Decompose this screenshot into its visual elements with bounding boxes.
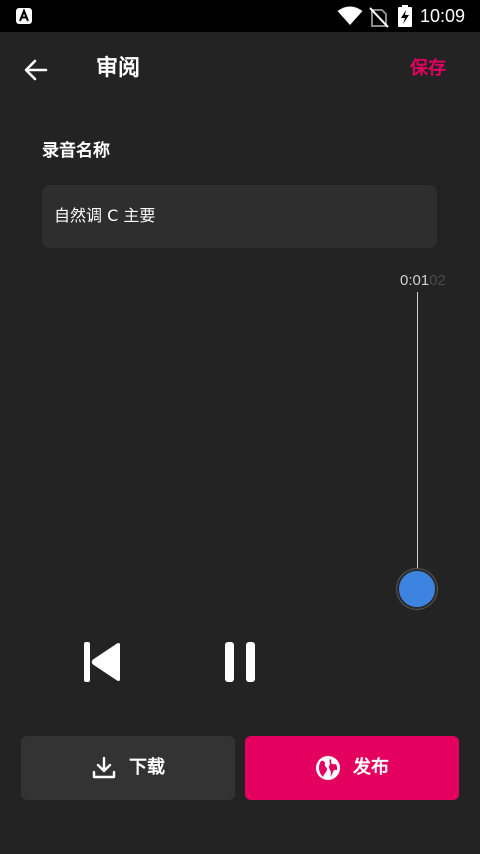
publish-button[interactable]: 发布 bbox=[245, 736, 459, 800]
recording-name-field[interactable]: 自然调 C 主要 bbox=[42, 185, 437, 248]
app-notification-icon bbox=[16, 8, 32, 24]
current-time: 0:01 bbox=[400, 272, 430, 289]
skip-to-start-icon[interactable] bbox=[82, 640, 122, 684]
recording-name-label: 录音名称 bbox=[42, 141, 110, 161]
page-title: 审阅 bbox=[96, 56, 141, 81]
status-time: 10:09 bbox=[420, 6, 466, 26]
time-faded-digits: 02 bbox=[429, 272, 446, 289]
download-icon bbox=[92, 756, 116, 779]
review-screen: 10:09 审阅 保存 录音名称 自然调 C 主要 0:0102 下载 发布 bbox=[0, 0, 480, 854]
download-button[interactable]: 下载 bbox=[21, 736, 235, 800]
time-readout: 0:0102 bbox=[400, 271, 446, 291]
save-button[interactable]: 保存 bbox=[400, 54, 456, 84]
no-sim-icon bbox=[369, 7, 389, 28]
wifi-icon bbox=[337, 6, 363, 25]
publish-label: 发布 bbox=[353, 757, 389, 778]
timeline-track[interactable] bbox=[417, 292, 418, 572]
status-bar: 10:09 bbox=[0, 0, 480, 32]
download-label: 下载 bbox=[129, 757, 165, 778]
recording-name-value: 自然调 C 主要 bbox=[54, 206, 156, 225]
globe-icon bbox=[316, 756, 340, 780]
battery-charging-icon bbox=[398, 5, 412, 27]
arrow-left-icon[interactable] bbox=[22, 56, 50, 84]
pause-icon[interactable] bbox=[222, 640, 258, 684]
timeline-thumb[interactable] bbox=[397, 569, 437, 609]
